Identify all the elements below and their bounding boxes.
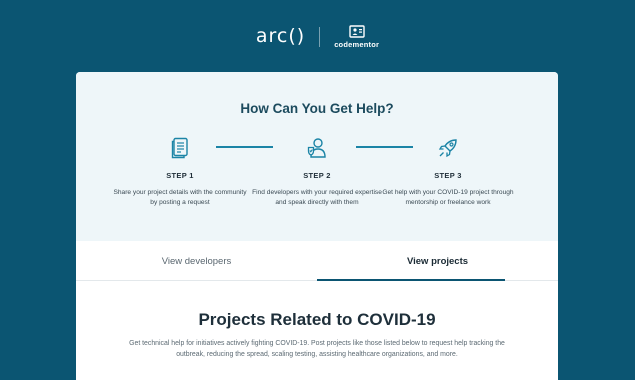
content-card: How Can You Get Help? STEP 1 Share your … — [76, 72, 558, 380]
step-label: STEP 2 — [303, 171, 331, 180]
logo-divider — [319, 27, 321, 47]
tab-view-developers[interactable]: View developers — [76, 241, 317, 281]
help-section: How Can You Get Help? STEP 1 Share your … — [76, 72, 558, 241]
header-logos: arc() codementor — [0, 22, 635, 52]
tab-bar: View developers View projects — [76, 241, 558, 281]
step-3: STEP 3 Get help with your COVID-19 proje… — [378, 136, 518, 207]
step-description: Get help with your COVID-19 project thro… — [382, 189, 514, 206]
arc-logo[interactable]: arc() — [256, 25, 305, 47]
codementor-icon — [348, 25, 365, 38]
step-label: STEP 3 — [434, 171, 462, 180]
rocket-icon — [438, 139, 457, 158]
help-title: How Can You Get Help? — [240, 101, 394, 116]
step-label: STEP 1 — [166, 171, 194, 180]
step-2: STEP 2 Find developers with your require… — [247, 136, 387, 207]
developer-icon — [307, 138, 326, 158]
step-description: Share your project details with the comm… — [113, 189, 247, 206]
document-icon — [171, 137, 188, 159]
step-description: Find developers with your required exper… — [252, 189, 382, 206]
active-tab-indicator — [317, 279, 505, 281]
codementor-logo[interactable]: codementor — [334, 25, 379, 49]
step-1: STEP 1 Share your project details with t… — [110, 136, 250, 207]
tab-view-projects[interactable]: View projects — [317, 241, 558, 281]
projects-description: Get technical help for initiatives activ… — [129, 340, 505, 358]
codementor-wordmark: codementor — [334, 40, 380, 49]
projects-title: Projects Related to COVID-19 — [198, 310, 436, 329]
